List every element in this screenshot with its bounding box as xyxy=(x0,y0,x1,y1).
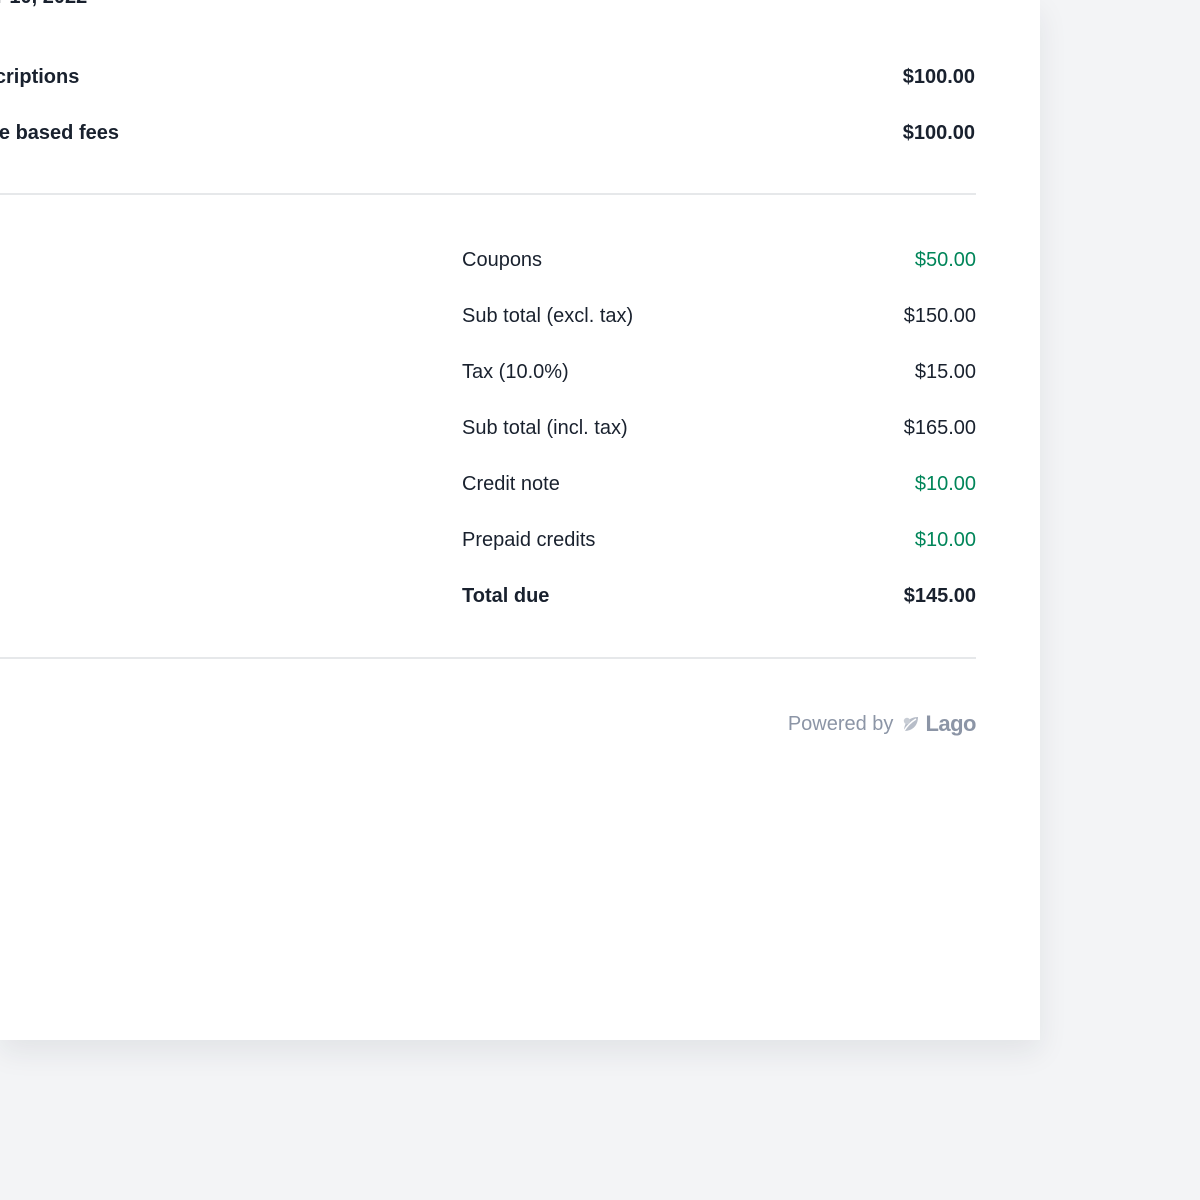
fee-row-subscriptions: Subscriptions $100.00 xyxy=(0,63,976,91)
invoice-date: r 10, 2022 xyxy=(0,0,87,9)
fee-label: Subscriptions xyxy=(0,66,80,88)
fee-amount: $100.00 xyxy=(902,122,975,144)
total-due-label: Total due xyxy=(462,585,550,607)
total-value: $10.00 xyxy=(914,473,976,495)
total-row-prepaid-credits: Prepaid credits $10.00 xyxy=(462,526,976,582)
invoice-page: r 10, 2022 Subscriptions $100.00 Usage b… xyxy=(0,0,1040,1040)
total-row-credit-note: Credit note $10.00 xyxy=(462,470,976,526)
total-value: $15.00 xyxy=(914,361,976,383)
totals-divider xyxy=(0,657,976,659)
total-value: $165.00 xyxy=(903,417,976,439)
total-row-total-due: Total due $145.00 xyxy=(462,582,976,638)
fees-divider xyxy=(0,193,976,195)
fee-amount: $100.00 xyxy=(902,66,975,88)
total-row-coupons: Coupons $50.00 xyxy=(462,246,976,302)
total-label: Tax (10.0%) xyxy=(462,361,569,383)
total-value: $50.00 xyxy=(914,249,976,271)
fee-row-usage: Usage based fees $100.00 xyxy=(0,119,976,147)
total-row-subtotal-excl-tax: Sub total (excl. tax) $150.00 xyxy=(462,302,976,358)
total-label: Credit note xyxy=(462,473,560,495)
total-value: $10.00 xyxy=(914,529,976,551)
total-row-tax: Tax (10.0%) $15.00 xyxy=(462,358,976,414)
total-label: Coupons xyxy=(462,249,543,271)
total-label: Sub total (incl. tax) xyxy=(462,417,628,439)
powered-by-text: Powered by xyxy=(787,712,894,735)
powered-by-footer: Powered by Lago xyxy=(787,710,977,738)
lago-logo-icon xyxy=(901,714,921,734)
total-value: $150.00 xyxy=(903,305,976,327)
total-row-subtotal-incl-tax: Sub total (incl. tax) $165.00 xyxy=(462,414,976,470)
totals-summary: Coupons $50.00 Sub total (excl. tax) $15… xyxy=(462,246,976,638)
total-label: Sub total (excl. tax) xyxy=(462,305,634,327)
fee-label: Usage based fees xyxy=(0,122,119,144)
lago-brand-text: Lago xyxy=(925,711,976,736)
total-label: Prepaid credits xyxy=(462,529,596,551)
total-due-value: $145.00 xyxy=(903,585,976,607)
